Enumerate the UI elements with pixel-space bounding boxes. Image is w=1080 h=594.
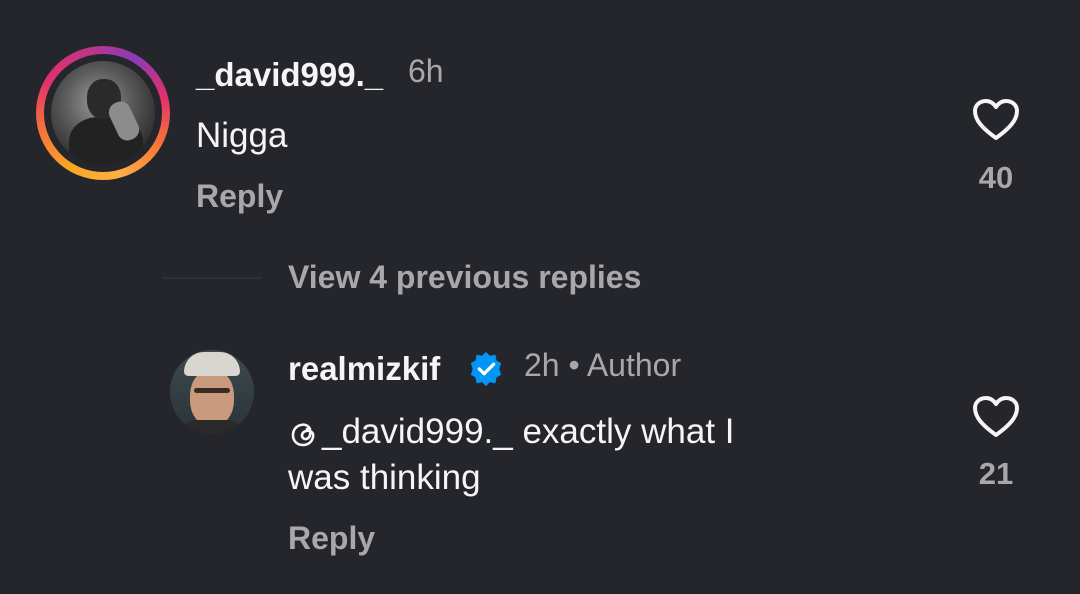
divider-line [162,277,262,279]
author-label: Author [586,347,682,383]
separator-dot: • [568,347,580,383]
comments-panel: _david999._ 6h Nigga Reply 40 View 4 pre… [0,0,1080,594]
comment-username[interactable]: _david999._ [196,56,383,94]
comment-username[interactable]: realmizkif [288,350,440,388]
comment-text: _david999._ exactly what I was thinking [288,412,735,497]
heart-outline-icon[interactable] [972,395,1020,439]
like-count: 21 [978,456,1014,491]
mention-username[interactable]: _david999._ [322,412,513,451]
reply-button[interactable]: Reply [196,178,283,215]
view-previous-replies-button[interactable]: View 4 previous replies [288,259,641,296]
comment-timestamp: 2h • Author [524,347,682,383]
comment-text: Nigga [196,116,288,155]
avatar-story-ring[interactable] [36,46,170,180]
comment-timestamp: 6h [408,53,444,89]
verified-badge-icon [470,351,502,387]
heart-outline-icon[interactable] [972,98,1020,142]
threads-mention-icon [291,423,315,447]
avatar[interactable] [170,350,254,434]
like-count: 40 [978,160,1014,195]
avatar [51,61,155,165]
reply-button[interactable]: Reply [288,520,375,557]
